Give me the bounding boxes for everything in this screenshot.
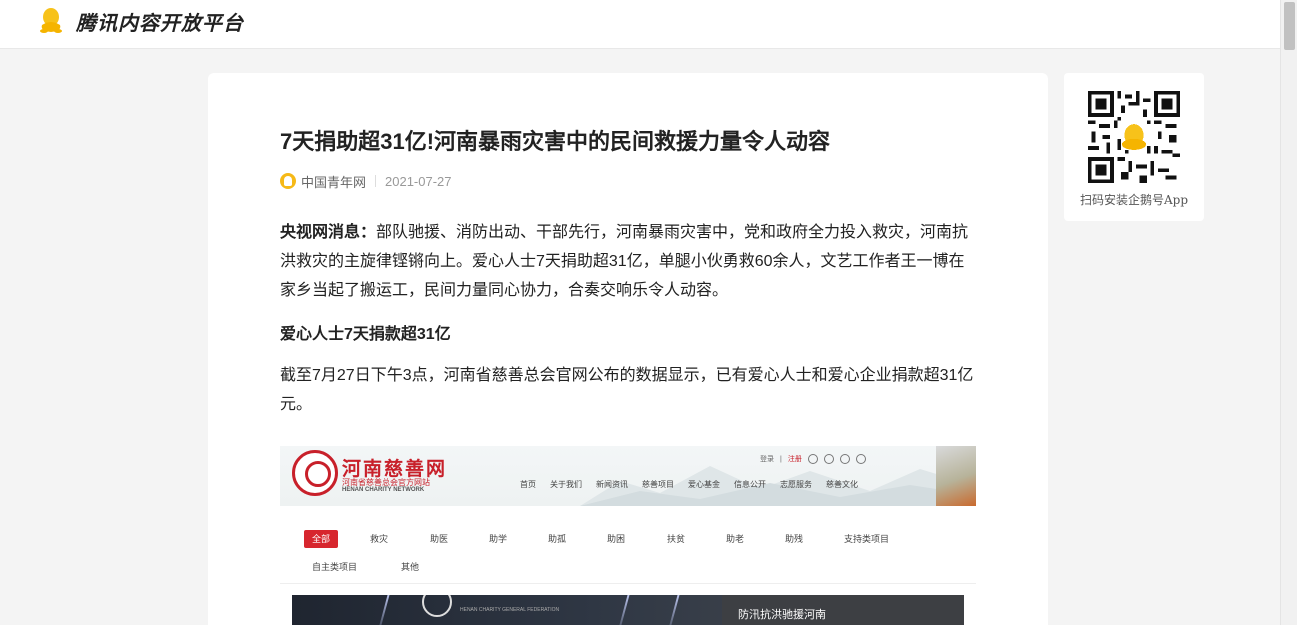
article-meta: 中国青年网 2021-07-27 [280,172,452,190]
charity-site-nav: 首页 关于我们 新闻资讯 慈善项目 爱心基金 信息公开 志愿服务 慈善文化 [520,479,858,490]
wechat-icon [807,454,818,464]
lightning-bolt [616,595,630,625]
lightning-bolt [666,595,680,625]
category-tab: 助医 [430,534,449,544]
charity-nav-item: 慈善文化 [826,480,858,489]
charity-register: 注册 [787,456,802,463]
article-title: 7天捐助超31亿!河南暴雨灾害中的民间救援力量令人动容 [280,129,831,154]
article-image: 河南慈善网 河南省慈善总会官方网站 HENAN CHARITY NETWORK … [280,446,976,625]
charity-login-divider: | [780,455,782,463]
qr-caption: 扫码安装企鹅号App [1079,193,1189,207]
scrollbar-thumb[interactable] [1284,2,1295,50]
top-bar: 腾讯内容开放平台 [0,0,1280,49]
meta-divider [375,175,377,187]
category-tab: 扶贫 [667,534,686,544]
charity-banner: HENAN CHARITY GENERAL FEDERATION 防汛抗洪驰援河… [292,595,964,625]
category-tab: 其他 [401,562,420,572]
charity-nav-item: 信息公开 [734,480,766,489]
charity-header-photo [936,446,976,506]
charity-site-english: HENAN CHARITY NETWORK [342,487,425,493]
charity-login-area: 登录 | 注册 [760,454,866,464]
penguin-icon[interactable] [37,7,65,33]
search-icon [855,454,866,464]
charity-nav-item: 慈善项目 [642,480,674,489]
section-heading: 爱心人士7天捐款超31亿 [280,326,451,343]
qr-code-icon[interactable] [1088,91,1180,183]
charity-nav-item: 首页 [520,480,536,489]
category-tab: 助困 [607,534,626,544]
page-scrollbar[interactable] [1280,0,1297,625]
category-tab: 救灾 [370,534,389,544]
article-paragraph-1: 央视网消息：部队驰援、消防出动、干部先行，河南暴雨灾害中，党和政府全力投入救灾，… [280,218,980,305]
banner-emblem [422,595,452,617]
banner-org-english: HENAN CHARITY GENERAL FEDERATION [460,607,560,613]
category-tab: 助残 [785,534,804,544]
article-paragraph-2: 截至7月27日下午3点，河南省慈善总会官网公布的数据显示，已有爱心人士和爱心企业… [280,367,974,413]
charity-login: 登录 [760,456,774,463]
paragraph-1-text: 部队驰援、消防出动、干部先行，河南暴雨灾害中，党和政府全力投入救灾，河南抗洪救灾… [280,224,969,299]
category-tab: 自主类项目 [312,562,358,572]
weibo-icon [823,454,834,464]
article-date: 2021-07-27 [385,173,452,189]
charity-nav-item: 爱心基金 [688,480,720,489]
source-badge-icon [280,173,296,189]
lead-label: 央视网消息： [280,224,377,241]
brand-name[interactable]: 腾讯内容开放平台 [76,7,244,36]
category-tab: 助老 [726,534,745,544]
category-tab: 全部 [304,530,339,548]
lightning-bolt [376,595,390,625]
banner-title: 防汛抗洪驰援河南 [738,609,826,621]
phone-icon [839,454,850,464]
charity-site-header: 河南慈善网 河南省慈善总会官方网站 HENAN CHARITY NETWORK … [280,446,976,506]
category-tab: 助孤 [548,534,567,544]
charity-nav-item: 关于我们 [550,480,582,489]
article-source[interactable]: 中国青年网 [301,172,366,191]
charity-nav-item: 新闻资讯 [596,480,628,489]
category-tab: 助学 [489,534,508,544]
charity-categories: 全部 救灾 助医 助学 助孤 助困 扶贫 助老 助残 支持类项目 自主类项目 其… [280,524,976,584]
charity-nav-item: 志愿服务 [780,480,812,489]
charity-emblem [292,450,338,496]
app-download-card: 扫码安装企鹅号App [1064,73,1204,221]
category-tab: 支持类项目 [844,534,890,544]
article-card: 7天捐助超31亿!河南暴雨灾害中的民间救援力量令人动容 中国青年网 2021-0… [208,73,1048,625]
